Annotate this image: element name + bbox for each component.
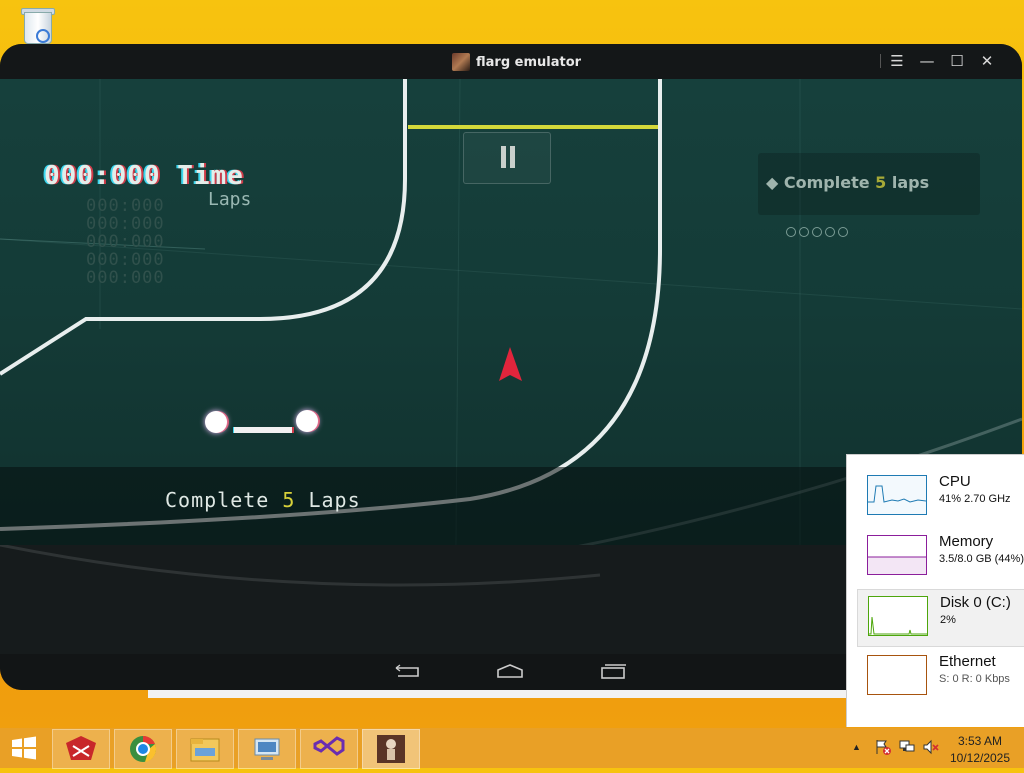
objective-number: 5 (875, 173, 887, 192)
lap-time-row: 000:000 (86, 214, 165, 234)
pause-icon (501, 146, 506, 168)
face-mouth (234, 427, 292, 433)
laps-label: Laps (208, 189, 252, 210)
lap-dot (825, 227, 835, 237)
titlebar-divider (880, 54, 881, 68)
ethernet-graph (867, 655, 927, 695)
recents-icon[interactable] (598, 662, 628, 682)
window-titlebar[interactable]: flarg emulator ☰ — ☐ ✕ (0, 44, 1022, 79)
taskbar: ▲ 3:53 AM 10/12/2025 (0, 728, 1024, 769)
back-icon[interactable] (392, 662, 422, 682)
resource-monitor-flyout: CPU 41% 2.70 GHz Memory 3.5/8.0 GB (44%)… (846, 454, 1024, 727)
face-eye-right (296, 410, 318, 432)
racer-arrow (499, 347, 522, 381)
monitor-value: 3.5/8.0 GB (44%) (939, 553, 1024, 565)
memory-graph (867, 535, 927, 575)
chrome-icon[interactable] (114, 729, 172, 769)
monitor-item-ethernet[interactable]: Ethernet S: 0 R: 0 Kbps (857, 649, 1024, 705)
maximize-button[interactable]: ☐ (944, 50, 970, 72)
clock-time[interactable]: 3:53 AM (950, 734, 1010, 748)
clock-date[interactable]: 10/12/2025 (944, 751, 1016, 765)
volume-muted-icon[interactable] (922, 738, 940, 756)
monitor-name: CPU (939, 473, 971, 490)
window-shadow-strip (148, 690, 846, 698)
lap-dot (812, 227, 822, 237)
objective-prefix: Complete (783, 173, 870, 192)
recycle-bin-icon[interactable] (20, 6, 56, 46)
banner-number: 5 (282, 488, 296, 512)
monitor-name: Disk 0 (C:) (940, 594, 1011, 611)
pause-icon-bar (510, 146, 515, 168)
diamond-icon: ◆ (766, 173, 779, 192)
action-center-flag-icon[interactable] (874, 738, 892, 756)
flarg-emulator-icon[interactable] (362, 729, 420, 769)
flarg-app-icon (452, 53, 470, 71)
monitor-value: 2% (940, 614, 956, 626)
monitor-item-memory[interactable]: Memory 3.5/8.0 GB (44%) (857, 529, 1024, 585)
disk-graph (868, 596, 928, 636)
close-button[interactable]: ✕ (974, 50, 1000, 72)
home-icon[interactable] (495, 662, 525, 682)
visual-studio-icon[interactable] (300, 729, 358, 769)
lap-time-row: 000:000 (86, 250, 165, 270)
network-icon[interactable] (898, 738, 916, 756)
objective-panel: ◆ Complete 5 laps (758, 153, 980, 215)
monitor-name: Memory (939, 533, 994, 550)
show-hidden-icons-chevron[interactable]: ▲ (852, 742, 861, 752)
lap-time-row: 000:000 (86, 196, 165, 216)
lap-time-row: 000:000 (86, 268, 165, 288)
lap-time-row: 000:000 (86, 232, 165, 252)
pause-button[interactable] (463, 132, 551, 184)
filezilla-icon[interactable] (52, 729, 110, 769)
file-explorer-icon[interactable] (176, 729, 234, 769)
menu-icon[interactable]: ☰ (884, 50, 910, 72)
banner-prefix: Complete (165, 488, 270, 512)
banner-text: Complete 5 Laps (165, 488, 361, 512)
monitor-name: Ethernet (939, 653, 996, 670)
lap-dot (838, 227, 848, 237)
monitor-item-cpu[interactable]: CPU 41% 2.70 GHz (857, 469, 1024, 525)
minimize-button[interactable]: — (914, 50, 940, 72)
cpu-graph (867, 475, 927, 515)
monitor-value: S: 0 R: 0 Kbps (939, 673, 1010, 685)
time-display: 000:000 Time (44, 161, 244, 191)
window-title: flarg emulator (476, 54, 582, 70)
lap-dot (799, 227, 809, 237)
objective-text: ◆ Complete 5 laps (766, 173, 929, 192)
banner-suffix: Laps (308, 488, 361, 512)
monitor-value: 41% 2.70 GHz (939, 493, 1011, 505)
remote-desktop-icon[interactable] (238, 729, 296, 769)
lap-dot (786, 227, 796, 237)
objective-suffix: laps (891, 173, 930, 192)
face-eye-left (205, 411, 227, 433)
monitor-item-disk[interactable]: Disk 0 (C:) 2% (857, 589, 1024, 647)
windows-start-icon[interactable] (10, 736, 38, 760)
